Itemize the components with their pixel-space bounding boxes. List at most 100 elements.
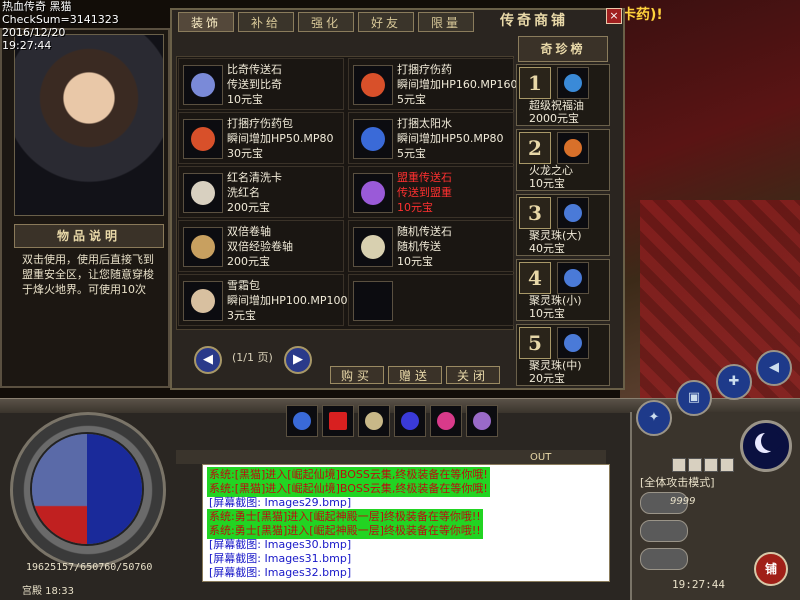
item-price: 200元宝: [227, 255, 270, 268]
chat-line: [屏幕截图: Images32.bmp]: [209, 566, 352, 579]
item-slot[interactable]: [183, 65, 223, 105]
item-info-text: 双击使用，使用后直接飞到盟重安全区，让您随意穿梭于烽火地界。可使用10次: [22, 253, 154, 296]
chat-box[interactable]: 系统:[黑猫]进入[崛起仙境]BOSS云集,终极装备在等你哦! 系统:[黑猫]进入…: [202, 464, 610, 582]
item-name: 红名清洗卡: [227, 171, 282, 184]
item-slot[interactable]: [183, 281, 223, 321]
toggle-button[interactable]: [672, 458, 686, 472]
item-slot[interactable]: [183, 119, 223, 159]
potion-bundle-icon: [361, 73, 385, 97]
rare-name: 聚灵珠(中): [529, 359, 582, 372]
rare-price: 40元宝: [529, 242, 565, 255]
item-slot[interactable]: [183, 227, 223, 267]
item-name: 盟重传送石: [397, 171, 452, 184]
rare-entry[interactable]: 1 超级祝福油 2000元宝: [516, 64, 610, 126]
shop-item[interactable]: 比奇传送石 传送到比奇 10元宝: [178, 58, 344, 110]
chat-out-button[interactable]: OUT: [530, 452, 551, 463]
rare-price: 20元宝: [529, 372, 565, 385]
rare-entry[interactable]: 2 火龙之心 10元宝: [516, 129, 610, 191]
attack-mode[interactable]: [全体攻击模式]: [640, 474, 715, 490]
shop-item[interactable]: 打捆疗伤药 瞬间增加HP160.MP160 5元宝: [348, 58, 518, 110]
tab-1[interactable]: 补给: [238, 12, 294, 32]
day-night-indicator: [740, 420, 792, 472]
hp-orb-half: [32, 434, 87, 544]
toggle-button[interactable]: [720, 458, 734, 472]
item-desc: 瞬间增加HP100.MP100: [227, 294, 348, 307]
rare-entry[interactable]: 3 聚灵珠(大) 40元宝: [516, 194, 610, 256]
item-desc: 洗红名: [227, 186, 260, 199]
shop-item[interactable]: 双倍卷轴 双倍经验卷轴 200元宝: [178, 220, 344, 272]
rare-rank: 2: [519, 132, 551, 164]
rare-item-slot[interactable]: [557, 327, 589, 359]
gift-button[interactable]: 赠送: [388, 366, 442, 384]
tab-3[interactable]: 好友: [358, 12, 414, 32]
rare-rank: 1: [519, 67, 551, 99]
item-price: 30元宝: [227, 147, 263, 160]
item-name: 打捆疗伤药包: [227, 117, 293, 130]
rare-item-slot[interactable]: [557, 262, 589, 294]
quick-belt: [286, 405, 536, 439]
item-slot[interactable]: [353, 281, 393, 321]
item-name: 双倍卷轴: [227, 225, 271, 238]
rare-entry[interactable]: 5 聚灵珠(中) 20元宝: [516, 324, 610, 386]
item-slot[interactable]: [353, 173, 393, 213]
page-indicator: (1/1 页): [232, 351, 273, 364]
close-icon[interactable]: ×: [606, 8, 622, 24]
belt-slot[interactable]: [286, 405, 318, 437]
item-price: 5元宝: [397, 93, 426, 106]
shop-item[interactable]: 雪霜包 瞬间增加HP100.MP100 3元宝: [178, 274, 348, 326]
plus-button[interactable]: ✚: [716, 364, 752, 400]
shop-item[interactable]: [348, 274, 514, 326]
shop-item[interactable]: 红名清洗卡 洗红名 200元宝: [178, 166, 344, 218]
belt-slot[interactable]: [430, 405, 462, 437]
item-desc: 瞬间增加HP50.MP80: [397, 132, 504, 145]
clock: 19:27:44: [672, 578, 725, 591]
rare-name: 聚灵珠(小): [529, 294, 582, 307]
belt-slot[interactable]: [322, 405, 354, 437]
shop-item[interactable]: 盟重传送石 传送到盟重 10元宝: [348, 166, 514, 218]
item-name: 雪霜包: [227, 279, 260, 292]
next-page-button[interactable]: ▶: [284, 346, 312, 374]
purple-stone-icon: [361, 181, 385, 205]
level-gauge-value: 9999: [670, 496, 696, 507]
potion-bundle-icon: [191, 127, 215, 151]
buy-button[interactable]: 购买: [330, 366, 384, 384]
rare-list-header: 奇珍榜: [518, 36, 608, 62]
prev-page-button[interactable]: ◀: [194, 346, 222, 374]
sound-icon[interactable]: ◀: [756, 350, 792, 386]
time-text-top: 19:27:44: [2, 39, 52, 52]
rare-item-slot[interactable]: [557, 67, 589, 99]
belt-slot[interactable]: [358, 405, 390, 437]
belt-slot[interactable]: [394, 405, 426, 437]
item-slot[interactable]: [183, 173, 223, 213]
date-text: 2016/12/20: [2, 26, 66, 39]
item-slot[interactable]: [353, 119, 393, 159]
bag-button[interactable]: ▣: [676, 380, 712, 416]
world-notice: 卡药)!: [622, 7, 663, 23]
tab-0[interactable]: 装饰: [178, 12, 234, 32]
tab-4[interactable]: 限量: [418, 12, 474, 32]
rare-item-slot[interactable]: [557, 132, 589, 164]
toggle-button[interactable]: [688, 458, 702, 472]
rare-entry[interactable]: 4 聚灵珠(小) 10元宝: [516, 259, 610, 321]
item-slot[interactable]: [353, 65, 393, 105]
shop-button[interactable]: 铺: [754, 552, 788, 586]
item-slot[interactable]: [353, 227, 393, 267]
rare-price: 10元宝: [529, 177, 565, 190]
rare-rank: 4: [519, 262, 551, 294]
item-desc: 传送到盟重: [397, 186, 452, 199]
skill-button[interactable]: ✦: [636, 400, 672, 436]
snow-pack-icon: [191, 289, 215, 313]
shop-item[interactable]: 打捆太阳水 瞬间增加HP50.MP80 5元宝: [348, 112, 514, 164]
close-button[interactable]: 关闭: [446, 366, 500, 384]
sun-water-icon: [361, 127, 385, 151]
item-price: 10元宝: [227, 93, 263, 106]
belt-slot[interactable]: [466, 405, 498, 437]
toggle-button[interactable]: [704, 458, 718, 472]
item-price: 10元宝: [397, 255, 433, 268]
rare-item-slot[interactable]: [557, 197, 589, 229]
shop-item[interactable]: 打捆疗伤药包 瞬间增加HP50.MP80 30元宝: [178, 112, 344, 164]
tab-2[interactable]: 强化: [298, 12, 354, 32]
shop-item[interactable]: 随机传送石 随机传送 10元宝: [348, 220, 514, 272]
rare-name: 超级祝福油: [529, 99, 584, 112]
hp-mp-orb: [30, 432, 144, 546]
